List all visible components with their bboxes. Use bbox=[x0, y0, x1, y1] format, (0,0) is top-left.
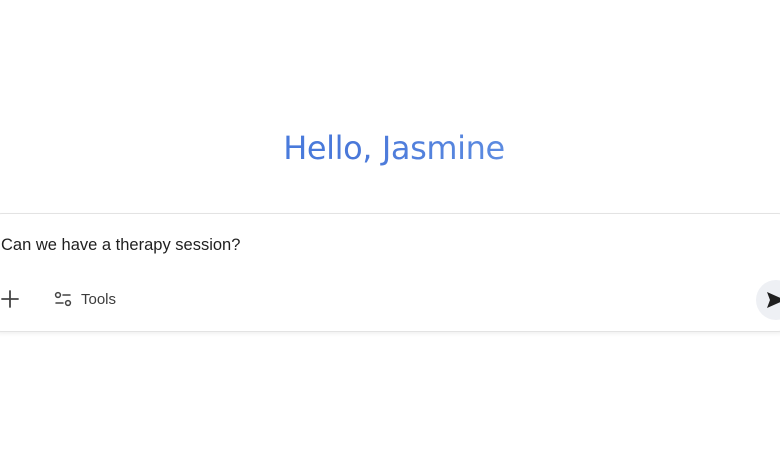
prompt-input[interactable]: Can we have a therapy session? bbox=[1, 236, 240, 255]
send-icon bbox=[767, 292, 780, 308]
add-attachment-button[interactable] bbox=[0, 286, 23, 312]
chat-home-page: Hello, Jasmine Can we have a therapy ses… bbox=[0, 0, 780, 470]
tune-icon bbox=[53, 289, 73, 309]
send-button[interactable] bbox=[756, 280, 780, 320]
tools-button[interactable]: Tools bbox=[47, 286, 122, 312]
plus-icon bbox=[1, 290, 19, 308]
prompt-composer[interactable]: Can we have a therapy session? Tools bbox=[0, 213, 780, 332]
tools-label: Tools bbox=[81, 290, 117, 308]
greeting-heading: Hello, Jasmine bbox=[0, 127, 780, 169]
